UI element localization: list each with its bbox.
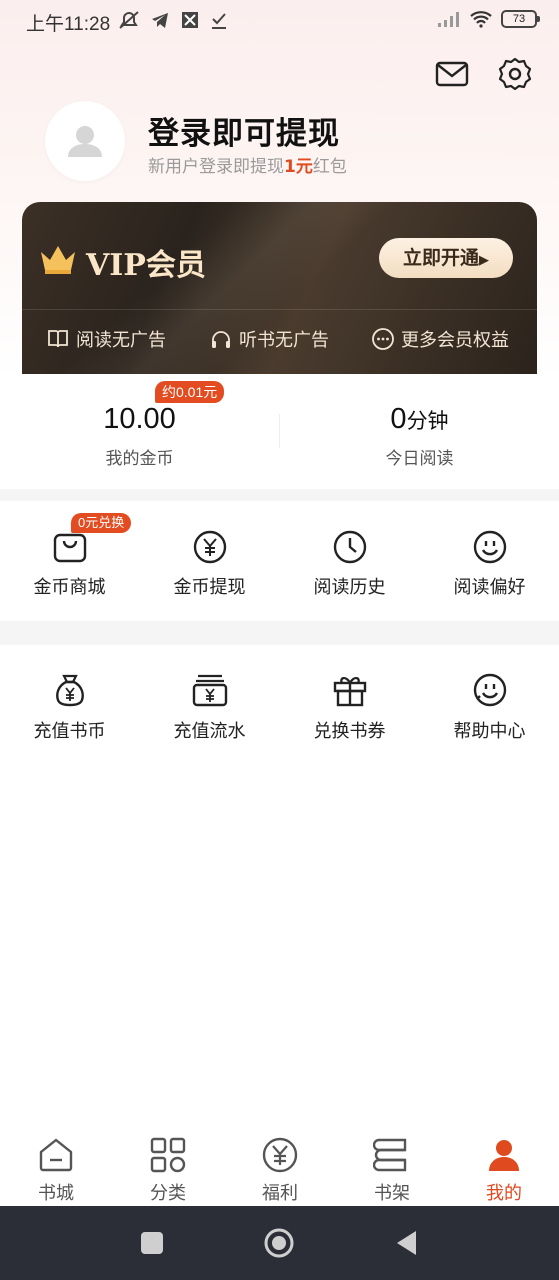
stats-panel: 约0.01元 10.00 我的金币 0分钟 今日阅读 xyxy=(0,374,559,489)
vip-card[interactable]: VIP会员 立即开通▶ 阅读无广告 听书无广告 更多会员权益 xyxy=(22,202,537,374)
menu-reading-history[interactable]: 阅读历史 xyxy=(280,501,419,621)
menu-recharge-records[interactable]: 充值流水 xyxy=(140,645,279,765)
home-icon xyxy=(39,1138,73,1172)
menu-recharge-coins[interactable]: 充值书币 xyxy=(0,645,139,765)
nav-category[interactable]: 分类 xyxy=(112,1128,224,1206)
nav-label: 福利 xyxy=(262,1183,298,1204)
menu-label: 充值流水 xyxy=(173,721,246,742)
gear-icon xyxy=(498,57,532,91)
status-time: 上午11:28 xyxy=(26,14,111,35)
nav-bookshelf[interactable]: 书架 xyxy=(336,1128,448,1206)
crown-icon xyxy=(41,246,75,274)
menu-label: 兑换书券 xyxy=(313,721,386,742)
menu-label: 金币商城 xyxy=(33,577,106,598)
bottom-nav: 书城 分类 福利 书架 我的 xyxy=(0,1128,559,1206)
coins-label: 我的金币 xyxy=(105,449,174,469)
subtitle-prefix: 新用户登录即提现 xyxy=(148,157,284,177)
menu-label: 帮助中心 xyxy=(453,721,526,742)
menu-coin-mall[interactable]: 0元兑换 金币商城 xyxy=(0,501,139,621)
shopping-bag-icon xyxy=(53,533,87,563)
signal-icon xyxy=(438,12,459,27)
coin-mall-badge: 0元兑换 xyxy=(71,513,132,533)
subtitle-amount: 1元 xyxy=(284,157,313,177)
status-right: 73 xyxy=(437,10,540,28)
vip-open-label: 立即开通 xyxy=(402,247,479,269)
menu-redeem-voucher[interactable]: 兑换书券 xyxy=(280,645,419,765)
coins-value[interactable]: 10.00 xyxy=(0,403,279,436)
nav-label: 分类 xyxy=(150,1183,186,1204)
notification-icons xyxy=(118,10,228,30)
system-nav-bar xyxy=(0,1206,559,1280)
perk-listen-no-ads[interactable]: 听书无广告 xyxy=(209,326,329,352)
money-bag-icon xyxy=(56,674,84,707)
clock-icon xyxy=(333,530,367,564)
home-button[interactable] xyxy=(263,1227,295,1259)
person-icon xyxy=(489,1140,519,1171)
menu-label: 阅读偏好 xyxy=(453,577,526,598)
smiley-icon xyxy=(473,530,507,564)
default-avatar-icon xyxy=(68,126,102,157)
section-gap xyxy=(0,621,559,645)
vip-divider xyxy=(22,309,537,310)
settings-button[interactable] xyxy=(497,56,533,92)
perk-label: 更多会员权益 xyxy=(401,330,509,351)
headphones-icon xyxy=(212,331,230,348)
section-gap xyxy=(0,489,559,501)
menu-row-2: 充值书币 充值流水 兑换书券 帮助中心 xyxy=(0,645,559,765)
app-icon xyxy=(182,12,198,28)
menu-coin-withdraw[interactable]: 金币提现 xyxy=(140,501,279,621)
yuan-circle-icon xyxy=(262,1137,298,1173)
mail-icon xyxy=(435,61,469,87)
wifi-icon xyxy=(470,11,492,28)
menu-help-center[interactable]: 帮助中心 xyxy=(420,645,559,765)
book-icon xyxy=(48,330,68,348)
battery-indicator: 73 xyxy=(501,10,540,28)
subtitle-suffix: 红包 xyxy=(312,157,347,177)
perk-label: 听书无广告 xyxy=(239,330,329,351)
mail-button[interactable] xyxy=(434,56,470,92)
login-subtitle: 新用户登录即提现1元红包 xyxy=(148,152,347,177)
reading-number: 0 xyxy=(390,403,407,435)
nav-welfare[interactable]: 福利 xyxy=(224,1128,336,1206)
download-done-icon xyxy=(212,13,226,29)
nav-mine[interactable]: 我的 xyxy=(448,1128,559,1206)
coins-badge: 约0.01元 xyxy=(155,381,225,403)
category-icon xyxy=(150,1137,186,1173)
menu-label: 充值书币 xyxy=(33,721,106,742)
vip-title: VIP会员 xyxy=(86,248,206,283)
login-title[interactable]: 登录即可提现 xyxy=(148,108,340,153)
perk-more-benefits[interactable]: 更多会员权益 xyxy=(371,326,509,352)
nav-label: 我的 xyxy=(486,1183,522,1204)
vip-open-button[interactable]: 立即开通▶ xyxy=(379,238,513,278)
support-icon xyxy=(473,673,507,707)
nav-label: 书城 xyxy=(38,1183,74,1204)
recents-button[interactable] xyxy=(140,1231,164,1255)
menu-label: 金币提现 xyxy=(173,577,246,598)
gift-icon xyxy=(333,677,367,707)
perk-label: 阅读无广告 xyxy=(76,330,166,351)
reading-value[interactable]: 0分钟 xyxy=(280,403,559,436)
wallet-icon xyxy=(192,674,228,707)
telegram-icon xyxy=(152,13,168,28)
perk-reading-no-ads[interactable]: 阅读无广告 xyxy=(46,326,166,352)
more-dots-icon xyxy=(372,328,394,350)
yuan-coin-icon xyxy=(193,530,227,564)
back-button[interactable] xyxy=(395,1230,417,1256)
reading-label: 今日阅读 xyxy=(385,449,454,469)
status-bar: 上午11:28 73 xyxy=(0,0,559,44)
play-arrow-icon: ▶ xyxy=(479,253,489,268)
reading-unit: 分钟 xyxy=(406,410,449,433)
avatar[interactable] xyxy=(45,101,125,181)
menu-row-1: 0元兑换 金币商城 金币提现 阅读历史 阅读偏好 xyxy=(0,501,559,621)
mute-icon xyxy=(119,11,139,29)
menu-label: 阅读历史 xyxy=(313,577,386,598)
bookshelf-icon xyxy=(373,1138,407,1172)
menu-reading-preference[interactable]: 阅读偏好 xyxy=(420,501,559,621)
nav-label: 书架 xyxy=(374,1183,410,1204)
nav-bookstore[interactable]: 书城 xyxy=(0,1128,112,1206)
